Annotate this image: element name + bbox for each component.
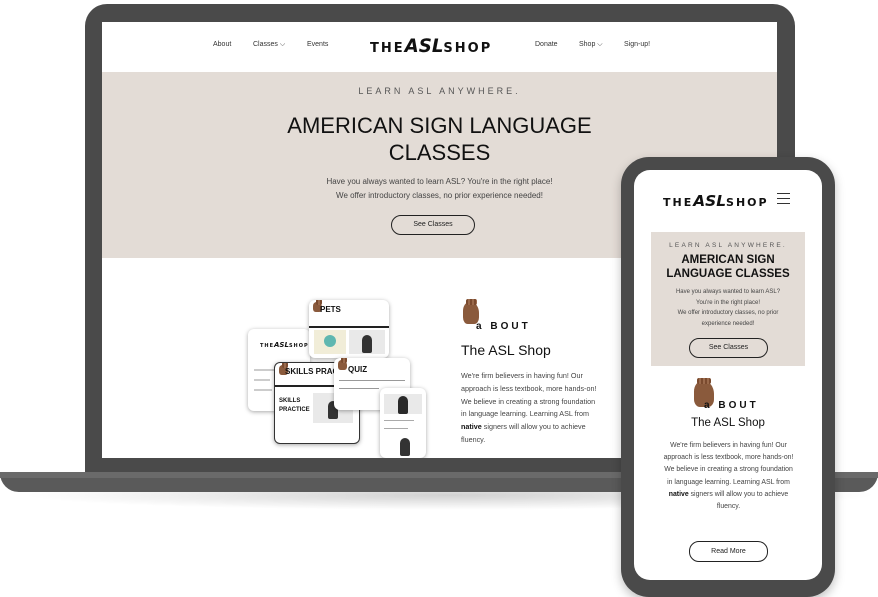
nav-signup[interactable]: Sign-up! (624, 41, 650, 48)
hero-eyebrow: LEARN ASL ANYWHERE. (358, 86, 521, 96)
about-heading-a: a (476, 321, 485, 332)
card-video (314, 330, 346, 354)
signer-image (398, 396, 408, 414)
logo-asl: ASL (693, 192, 727, 210)
logo-asl: ASL (274, 341, 289, 349)
about-text-part: We're firm believers in having fun! Our … (461, 371, 597, 419)
about-heading: a BOUT (704, 400, 759, 411)
skills-practice-text: SKILLS PRACTICE (279, 397, 310, 415)
course-card-pets: PETS (309, 300, 389, 358)
about-title: The ASL Shop (691, 417, 765, 429)
about-title: The ASL Shop (461, 342, 551, 358)
card-logo: THEASLSHOP (260, 341, 309, 349)
about-text: We're firm believers in having fun! Our … (662, 440, 795, 513)
mobile-website: THEASLSHOP LEARN ASL ANYWHERE. AMERICAN … (634, 170, 822, 580)
about-text-part: We're firm believers in having fun! Our … (663, 442, 794, 486)
about-heading-a: a (704, 400, 713, 411)
logo-shop: SHOP (726, 196, 769, 209)
logo-asl: ASL (404, 36, 444, 57)
card-video (384, 394, 422, 414)
hamburger-menu-icon[interactable] (777, 193, 790, 204)
mobile-hero: LEARN ASL ANYWHERE. AMERICAN SIGN LANGUA… (651, 232, 805, 366)
card-line (384, 420, 414, 421)
nav-about[interactable]: About (213, 41, 231, 48)
hero-subtitle-line: Have you always wanted to learn ASL? (675, 289, 781, 295)
globe-icon (324, 335, 336, 347)
card-line (339, 388, 379, 389)
desktop-nav: About Classes ⌵ Events THEASLSHOP Donate… (102, 22, 777, 72)
card-line (254, 389, 272, 391)
read-more-button[interactable]: Read More (689, 541, 768, 562)
hero-subtitle-line: You're in the right place! (696, 299, 760, 306)
hero-subtitle-line: experience needed! (701, 320, 755, 327)
hand-icon (338, 358, 348, 370)
card-line (254, 379, 270, 381)
nav-shop[interactable]: Shop ⌵ (579, 41, 603, 49)
hero-subtitle-line: We offer introductory classes, no prior (677, 310, 779, 316)
signer-image (362, 335, 372, 353)
card-title-pets: PETS (320, 305, 341, 314)
logo-the: THE (260, 343, 275, 349)
skills-text-line: PRACTICE (279, 407, 310, 413)
logo-shop: SHOP (443, 41, 493, 56)
about-heading-word: BOUT (490, 321, 531, 332)
card-line (254, 369, 274, 371)
about-text-bold: native (668, 490, 689, 498)
card-title-quiz: QUIZ (348, 365, 368, 374)
see-classes-button[interactable]: See Classes (689, 338, 768, 358)
hero-subtitle: Have you always wanted to learn ASL? You… (657, 287, 799, 329)
signer-image (400, 438, 410, 456)
see-classes-button[interactable]: See Classes (391, 215, 475, 235)
site-logo[interactable]: THEASLSHOP (370, 36, 492, 57)
course-card-quiz-detail (380, 388, 426, 458)
about-text-bold: native (461, 422, 482, 432)
card-line (339, 380, 405, 381)
hero-title-line: AMERICAN SIGN (681, 254, 775, 266)
nav-events[interactable]: Events (307, 41, 328, 48)
hero-title-line: AMERICAN SIGN LANGUAGE (287, 113, 592, 138)
hero-eyebrow: LEARN ASL ANYWHERE. (669, 242, 787, 249)
about-text-part: signers will allow you to achieve fluenc… (688, 490, 789, 511)
hero-title: AMERICAN SIGN LANGUAGE CLASSES (651, 254, 805, 281)
card-video (349, 330, 385, 354)
logo-the: THE (370, 41, 405, 56)
mobile-logo[interactable]: THEASLSHOP (663, 192, 769, 210)
skills-text-line: SKILLS (279, 398, 301, 404)
logo-shop: SHOP (288, 343, 309, 349)
nav-classes[interactable]: Classes ⌵ (253, 41, 285, 49)
about-text: We're firm believers in having fun! Our … (461, 370, 599, 447)
card-line (384, 428, 408, 429)
logo-the: THE (663, 196, 694, 209)
card-bar (309, 326, 389, 328)
about-heading: a BOUT (476, 321, 531, 332)
about-heading-word: BOUT (718, 400, 759, 411)
hero-title-line: LANGUAGE CLASSES (666, 267, 790, 280)
nav-donate[interactable]: Donate (535, 41, 558, 48)
